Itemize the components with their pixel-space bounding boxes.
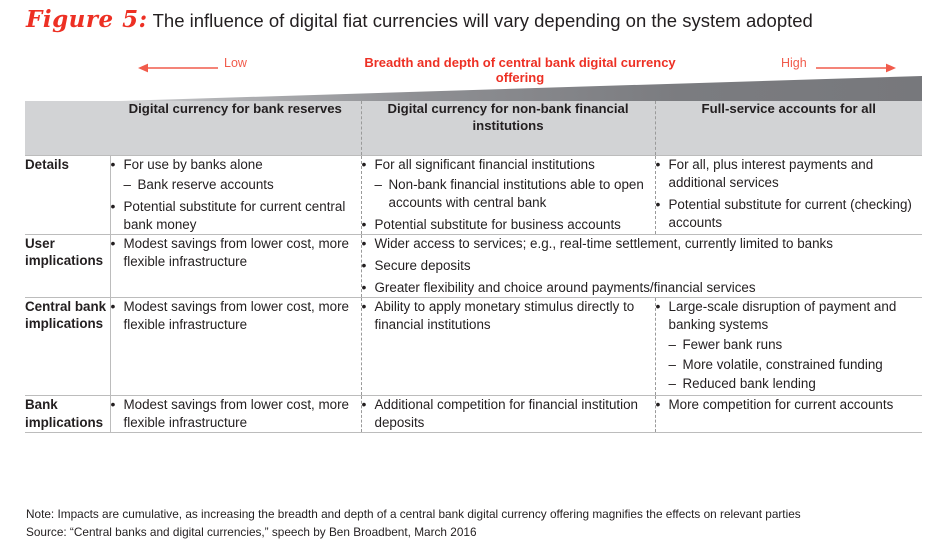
sub-list-item-text: Reduced bank lending [682,376,816,392]
list-item-text: Modest savings from lower cost, more fle… [123,235,349,269]
bullet-icon: • [361,297,367,314]
footnote-source: Source: “Central banks and digital curre… [26,525,477,540]
list-item-text: Large-scale disruption of payment and ba… [668,298,897,332]
left-arrow-icon [138,63,218,73]
sub-list-item-text: More volatile, constrained funding [682,356,883,372]
figure-title-text: The influence of digital fiat currencies… [152,10,813,31]
list-item-text: Additional competition for financial ins… [374,397,639,431]
cell-central-col3: • Large-scale disruption of payment and … [654,296,923,396]
comparison-table: Digital currency for bank reserves Digit… [25,101,923,434]
list-item: • Secure deposits [362,257,923,275]
table-header-blank [25,101,110,156]
list-item-text: Greater flexibility and choice around pa… [374,279,756,295]
bullet-icon: • [655,297,661,314]
sub-list-item: – Reduced bank lending [669,375,923,393]
scale-high-label: High [781,56,807,70]
scale-low-label: Low [224,56,247,70]
cell-bank-col3: • More competition for current accounts [654,395,923,434]
list-item: • Potential substitute for current (chec… [656,196,923,232]
sub-list-item: – Bank reserve accounts [124,176,361,194]
list-item-text: For use by banks alone [123,157,263,172]
row-label-details: Details [25,155,111,235]
sub-list-item-text: Non-bank financial institutions able to … [388,176,644,210]
bullet-icon: • [361,156,367,172]
list-item: • Wider access to services; e.g., real-t… [362,235,923,253]
bullet-icon: • [110,396,116,413]
bullet-icon: • [110,156,116,172]
list-item: • Modest savings from lower cost, more f… [111,235,361,271]
bullet-icon: • [655,156,661,172]
bullet-icon: • [110,297,116,314]
table-header-row: Digital currency for bank reserves Digit… [25,101,922,156]
table-row: Central bank implications • Modest savin… [25,296,923,396]
bullet-icon: • [110,234,116,251]
bullet-icon: • [361,278,367,295]
bullet-icon: • [361,396,367,413]
list-item: • Modest savings from lower cost, more f… [111,396,361,432]
sub-list-item: – Non-bank financial institutions able to… [375,176,655,212]
sub-list-item-text: Fewer bank runs [682,336,783,352]
table-row: Details • For use by banks alone – Bank r… [25,155,923,235]
cell-details-col2: • For all significant financial institut… [360,155,655,235]
cell-user-col1: • Modest savings from lower cost, more f… [110,233,361,298]
bullet-icon: • [361,256,367,273]
list-item: • For use by banks alone – Bank reserve a… [111,156,361,194]
list-item-text: Wider access to services; e.g., real-tim… [374,235,833,251]
figure-number-label: Figure 5: [26,6,148,33]
list-item: • Modest savings from lower cost, more f… [111,298,361,334]
list-item: • Large-scale disruption of payment and … [656,298,923,394]
list-item-text: Modest savings from lower cost, more fle… [123,397,349,431]
sub-list-item-text: Bank reserve accounts [137,176,274,192]
list-item-text: Potential substitute for current (checki… [668,196,912,230]
table-row: User implications • Modest savings from … [25,233,923,298]
list-item-text: For all, plus interest payments and addi… [668,157,874,190]
dash-icon: – [668,376,676,392]
cell-central-col1: • Modest savings from lower cost, more f… [110,296,361,396]
cell-bank-col2: • Additional competition for financial i… [360,395,655,434]
list-item: • For all significant financial institut… [362,156,655,212]
footnotes: Note: Impacts are cumulative, as increas… [26,505,926,542]
cell-details-col1: • For use by banks alone – Bank reserve a… [110,155,361,235]
list-item: • Potential substitute for business acco… [362,216,655,234]
page-title: Figure 5: The influence of digital fiat c… [26,6,926,36]
list-item: • Ability to apply monetary stimulus dir… [362,298,655,334]
bullet-icon: • [361,215,367,232]
dash-icon: – [668,356,676,372]
right-arrow-icon [816,63,896,73]
table-header-col-1: Digital currency for bank reserves [110,101,361,156]
row-label-bank-implications: Bank implications [25,395,111,434]
list-item-text: Modest savings from lower cost, more fle… [123,298,349,332]
cell-details-col3: • For all, plus interest payments and ad… [654,155,923,235]
list-item: • For all, plus interest payments and ad… [656,156,923,192]
list-item-text: Potential substitute for business accoun… [374,216,621,232]
row-label-central-bank-implications: Central bank implications [25,296,111,396]
bullet-icon: • [655,195,661,212]
list-item-text: Potential substitute for current central… [123,198,346,232]
gradient-wedge-graphic [25,76,922,102]
cell-central-col2: • Ability to apply monetary stimulus dir… [360,296,655,396]
bullet-icon: • [361,234,367,251]
dash-icon: – [668,336,676,352]
sub-list-item: – Fewer bank runs [669,336,923,354]
list-item-text: Secure deposits [374,257,471,273]
list-item: • Greater flexibility and choice around … [362,279,923,297]
bullet-icon: • [110,197,116,214]
sub-list-item: – More volatile, constrained funding [669,356,923,374]
footnote-note: Note: Impacts are cumulative, as increas… [26,507,801,521]
list-item: • Additional competition for financial i… [362,396,655,432]
cell-bank-col1: • Modest savings from lower cost, more f… [110,395,361,434]
row-label-user-implications: User implications [25,233,111,298]
list-item: • More competition for current accounts [656,396,923,414]
dash-icon: – [374,176,382,192]
table-row: Bank implications • Modest savings from … [25,395,923,434]
list-item-text: Ability to apply monetary stimulus direc… [374,298,635,332]
bullet-icon: • [655,396,661,413]
table-header-col-2: Digital currency for non-bank financial … [360,101,655,156]
list-item: • Potential substitute for current centr… [111,198,361,234]
dash-icon: – [123,176,131,192]
list-item-text: For all significant financial institutio… [374,157,595,172]
table-header-col-3: Full-service accounts for all [654,101,922,156]
list-item-text: More competition for current accounts [668,397,894,413]
cell-user-merged: • Wider access to services; e.g., real-t… [360,233,923,298]
